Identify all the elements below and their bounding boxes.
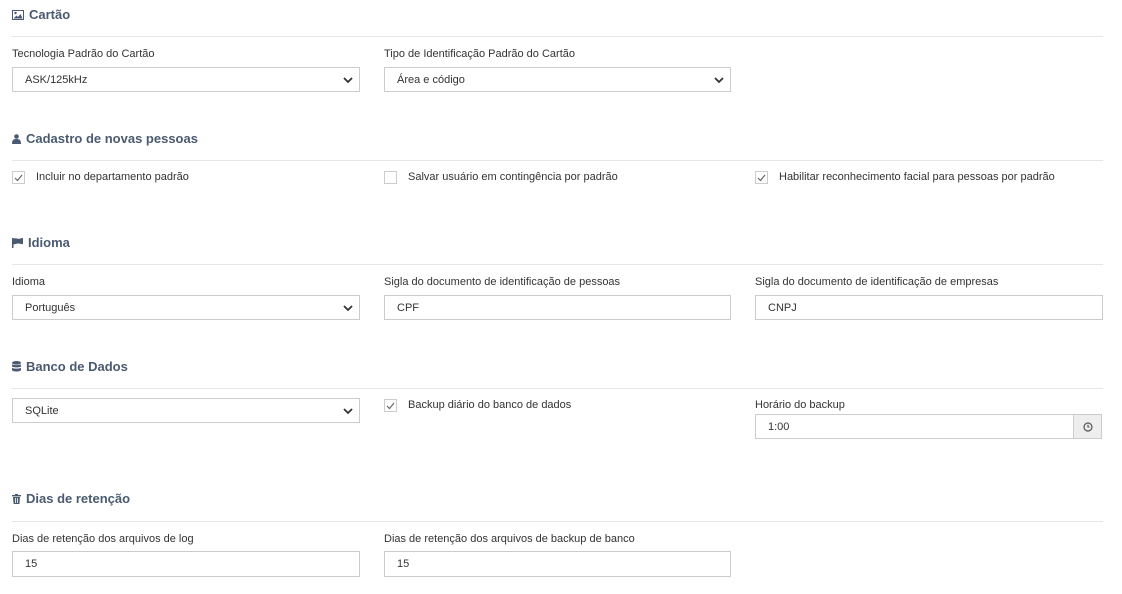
section-title-idioma: Idioma bbox=[12, 235, 70, 250]
banco-dados-select[interactable]: SQLite bbox=[12, 398, 360, 423]
chevron-down-icon bbox=[343, 77, 353, 84]
idioma-select[interactable]: Português bbox=[12, 295, 360, 320]
incluir-departamento-checkbox[interactable] bbox=[12, 171, 25, 184]
section-title-text: Cadastro de novas pessoas bbox=[26, 131, 198, 146]
image-icon bbox=[12, 9, 24, 20]
horario-backup-input[interactable]: 1:00 bbox=[755, 414, 1074, 439]
retencao-backup-input[interactable]: 15 bbox=[384, 551, 731, 577]
divider bbox=[12, 521, 1103, 522]
check-icon bbox=[757, 174, 766, 181]
backup-diario-checkbox[interactable] bbox=[384, 399, 397, 412]
tecnologia-value: ASK/125kHz bbox=[25, 73, 88, 86]
tecnologia-select[interactable]: ASK/125kHz bbox=[12, 67, 360, 92]
divider bbox=[12, 264, 1103, 265]
database-icon bbox=[12, 361, 21, 372]
tecnologia-label: Tecnologia Padrão do Cartão bbox=[12, 48, 155, 60]
horario-backup-label: Horário do backup bbox=[755, 399, 845, 411]
chevron-down-icon bbox=[343, 408, 353, 415]
divider bbox=[12, 36, 1103, 37]
section-title-banco: Banco de Dados bbox=[12, 359, 128, 374]
sigla-pessoas-input[interactable]: CPF bbox=[384, 295, 731, 320]
banco-dados-value: SQLite bbox=[25, 404, 59, 417]
trash-icon bbox=[12, 493, 21, 504]
reconhecimento-facial-label: Habilitar reconhecimento facial para pes… bbox=[779, 171, 1055, 183]
check-icon bbox=[14, 174, 23, 181]
horario-backup-value: 1:00 bbox=[768, 420, 790, 433]
user-icon bbox=[12, 133, 21, 144]
salvar-contingencia-label: Salvar usuário em contingência por padrã… bbox=[408, 171, 618, 183]
section-title-text: Idioma bbox=[28, 235, 70, 250]
sigla-empresas-label: Sigla do documento de identificação de e… bbox=[755, 276, 999, 288]
retencao-log-input[interactable]: 15 bbox=[12, 551, 360, 577]
tipo-identificacao-label: Tipo de Identificação Padrão do Cartão bbox=[384, 48, 575, 60]
divider bbox=[12, 160, 1103, 161]
idioma-label: Idioma bbox=[12, 276, 46, 288]
salvar-contingencia-checkbox[interactable] bbox=[384, 171, 397, 184]
section-title-text: Cartão bbox=[29, 7, 71, 22]
idioma-value: Português bbox=[25, 301, 76, 314]
backup-diario-label: Backup diário do banco de dados bbox=[408, 399, 572, 411]
retencao-log-label: Dias de retenção dos arquivos de log bbox=[12, 533, 194, 545]
retencao-log-value: 15 bbox=[25, 558, 38, 570]
check-icon bbox=[386, 402, 395, 409]
incluir-departamento-label: Incluir no departamento padrão bbox=[36, 171, 189, 183]
section-title-retencao: Dias de retenção bbox=[12, 491, 130, 506]
tipo-identificacao-value: Área e código bbox=[397, 73, 465, 86]
divider bbox=[12, 388, 1103, 389]
section-title-cadastro: Cadastro de novas pessoas bbox=[12, 131, 198, 146]
chevron-down-icon bbox=[343, 305, 353, 312]
clock-icon bbox=[1082, 421, 1093, 432]
sigla-empresas-input[interactable]: CNPJ bbox=[755, 295, 1103, 320]
sigla-empresas-value: CNPJ bbox=[768, 301, 797, 314]
section-title-text: Banco de Dados bbox=[26, 359, 128, 374]
chevron-down-icon bbox=[714, 77, 724, 84]
reconhecimento-facial-checkbox[interactable] bbox=[755, 171, 768, 184]
retencao-backup-value: 15 bbox=[397, 558, 410, 570]
sigla-pessoas-label: Sigla do documento de identificação de p… bbox=[384, 276, 621, 288]
section-title-text: Dias de retenção bbox=[26, 491, 131, 506]
sigla-pessoas-value: CPF bbox=[397, 301, 419, 314]
section-title-cartao: Cartão bbox=[12, 7, 70, 22]
clock-button[interactable] bbox=[1073, 414, 1102, 439]
flag-icon bbox=[12, 237, 23, 248]
retencao-backup-label: Dias de retenção dos arquivos de backup … bbox=[384, 533, 635, 545]
tipo-identificacao-select[interactable]: Área e código bbox=[384, 67, 731, 92]
